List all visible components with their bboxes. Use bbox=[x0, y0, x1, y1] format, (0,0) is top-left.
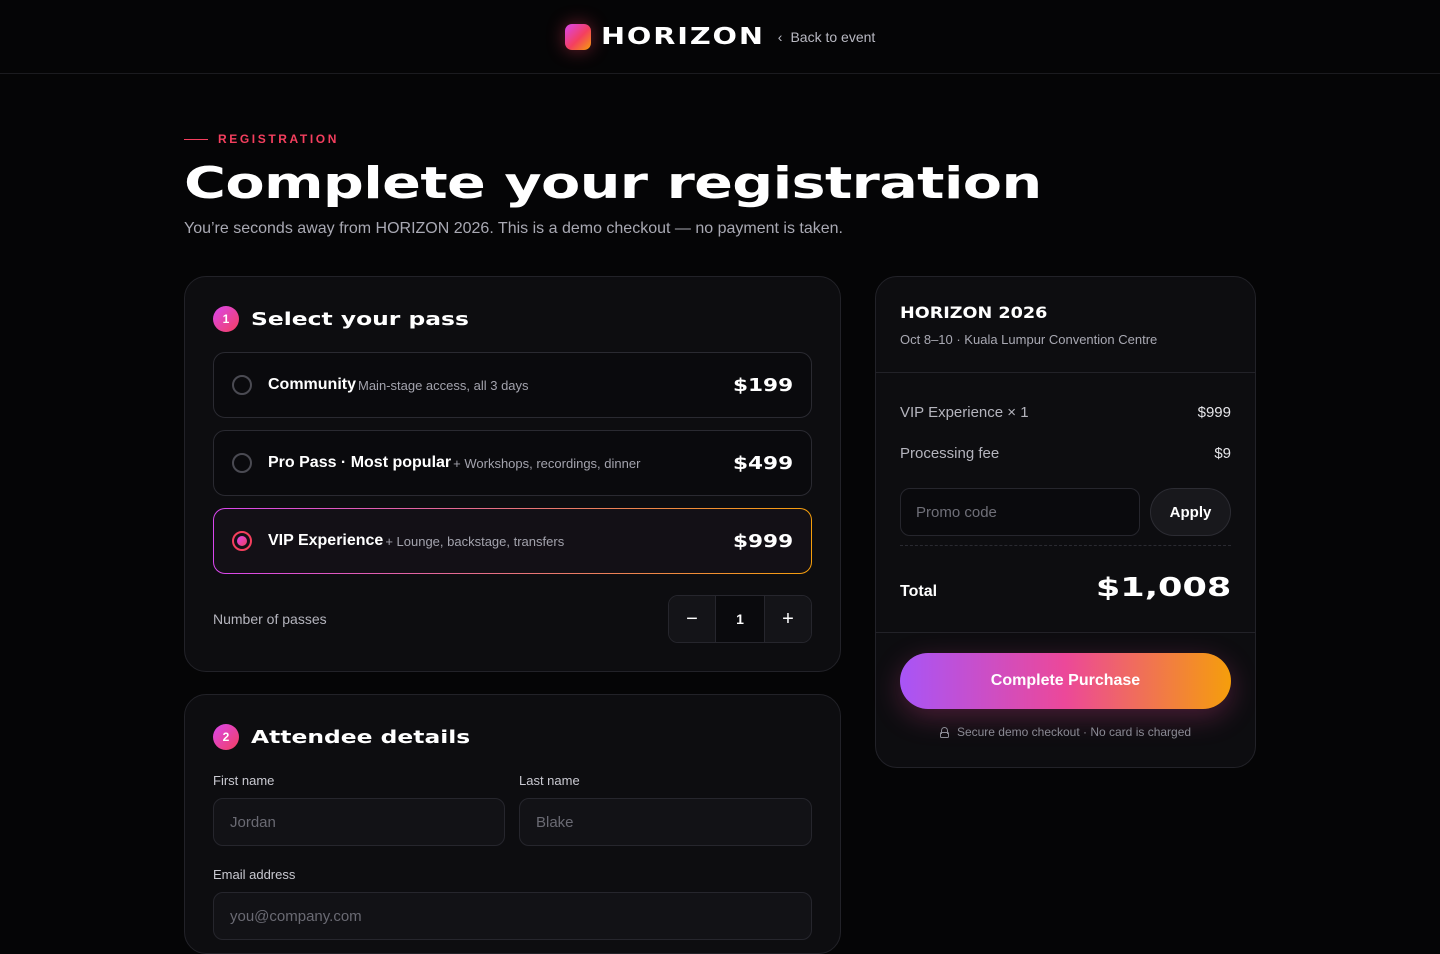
back-to-event-label: Back to event bbox=[790, 28, 876, 45]
line-item-row: VIP Experience × 1 $999 bbox=[900, 404, 1231, 421]
attendee-details-card: 2 Attendee details First name Jordan Las… bbox=[184, 694, 841, 954]
event-title: HORIZON 2026 bbox=[900, 303, 1048, 322]
select-pass-card: 1 Select your pass Community Main-stage … bbox=[184, 276, 841, 672]
select-pass-header: 1 Select your pass bbox=[213, 306, 469, 332]
pass-name: VIP Experience bbox=[268, 532, 384, 549]
fee-label: Processing fee bbox=[900, 445, 1000, 462]
radio-button-selected[interactable] bbox=[232, 531, 252, 551]
secure-checkout-note: Secure demo checkout · No card is charge… bbox=[876, 725, 1255, 739]
page-title: Complete your registration bbox=[184, 158, 1042, 209]
pass-price: $499 bbox=[732, 452, 793, 474]
pass-option-vip[interactable]: VIP Experience + Lounge, backstage, tran… bbox=[213, 508, 812, 574]
eyebrow: REGISTRATION bbox=[184, 132, 339, 146]
pass-option-community[interactable]: Community Main-stage access, all 3 days … bbox=[213, 352, 812, 418]
pass-price: $999 bbox=[732, 530, 793, 552]
chevron-left-icon: ‹ bbox=[777, 28, 783, 45]
brand-name: HORIZON bbox=[600, 23, 765, 50]
divider bbox=[876, 372, 1255, 373]
pass-description: + Lounge, backstage, transfers bbox=[385, 533, 565, 549]
promo-code-input[interactable]: Promo code bbox=[900, 488, 1140, 536]
decrement-button[interactable]: − bbox=[669, 596, 715, 642]
line-item-label: VIP Experience × 1 bbox=[900, 404, 1029, 421]
eyebrow-dash bbox=[184, 138, 208, 140]
eyebrow-label: REGISTRATION bbox=[218, 132, 339, 146]
lock-icon bbox=[939, 726, 949, 738]
attendee-details-header: 2 Attendee details bbox=[213, 724, 470, 750]
step-number-badge: 2 bbox=[213, 724, 239, 750]
pass-name: Community bbox=[268, 376, 356, 393]
pass-option-pro[interactable]: Pro Pass · Most popular + Workshops, rec… bbox=[213, 430, 812, 496]
line-item-amount: $999 bbox=[1197, 404, 1231, 421]
quantity-label: Number of passes bbox=[213, 611, 327, 627]
email-input[interactable]: you@company.com bbox=[213, 892, 812, 940]
quantity-value[interactable]: 1 bbox=[715, 596, 765, 642]
pass-name: Pro Pass · Most popular bbox=[268, 454, 452, 471]
total-label: Total bbox=[900, 583, 938, 600]
last-name-input[interactable]: Blake bbox=[519, 798, 812, 846]
secure-note-text: Secure demo checkout · No card is charge… bbox=[956, 725, 1192, 739]
radio-button[interactable] bbox=[232, 375, 252, 395]
section-title: Attendee details bbox=[251, 726, 471, 748]
divider bbox=[876, 632, 1255, 633]
pass-description: Main-stage access, all 3 days bbox=[358, 377, 529, 393]
page-subtitle: You’re seconds away from HORIZON 2026. T… bbox=[184, 220, 843, 237]
top-bar: HORIZON ‹ Back to event bbox=[0, 0, 1440, 74]
quantity-stepper: − 1 + bbox=[668, 595, 812, 643]
step-number-badge: 1 bbox=[213, 306, 239, 332]
pass-price: $199 bbox=[732, 374, 793, 396]
email-label: Email address bbox=[213, 867, 296, 882]
section-title: Select your pass bbox=[251, 308, 469, 330]
pass-description: + Workshops, recordings, dinner bbox=[453, 455, 641, 471]
back-to-event-link[interactable]: ‹ Back to event bbox=[778, 29, 876, 45]
order-summary-card: HORIZON 2026 Oct 8–10 · Kuala Lumpur Con… bbox=[875, 276, 1256, 768]
complete-purchase-button[interactable]: Complete Purchase bbox=[900, 653, 1231, 709]
fee-row: Processing fee $9 bbox=[900, 445, 1231, 462]
fee-amount: $9 bbox=[1214, 445, 1231, 462]
last-name-label: Last name bbox=[519, 773, 580, 788]
increment-button[interactable]: + bbox=[765, 596, 811, 642]
logo-icon bbox=[564, 23, 591, 50]
apply-promo-button[interactable]: Apply bbox=[1150, 488, 1231, 536]
total-amount: $1,008 bbox=[1095, 573, 1231, 603]
dashed-divider bbox=[900, 545, 1231, 546]
event-details: Oct 8–10 · Kuala Lumpur Convention Centr… bbox=[900, 332, 1158, 347]
first-name-input[interactable]: Jordan bbox=[213, 798, 505, 846]
brand[interactable]: HORIZON bbox=[564, 23, 778, 50]
radio-button[interactable] bbox=[232, 453, 252, 473]
first-name-label: First name bbox=[213, 773, 275, 788]
